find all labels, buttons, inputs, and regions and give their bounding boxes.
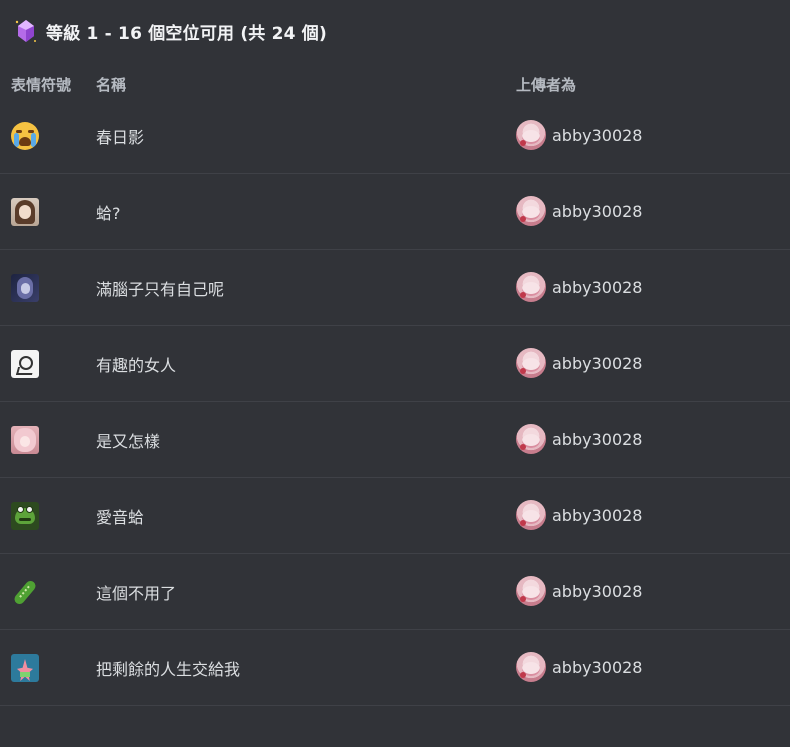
table-row[interactable]: 這個不用了 abby30028: [0, 554, 790, 630]
uploader: abby30028: [516, 500, 642, 530]
slot-header: 等級 1 - 16 個空位可用 (共 24 個): [14, 14, 327, 48]
table-row[interactable]: 蛤? abby30028: [0, 174, 790, 250]
uploader: abby30028: [516, 120, 642, 150]
emoji-settings-panel: 等級 1 - 16 個空位可用 (共 24 個) 表情符號 名稱 上傳者為 春日…: [0, 0, 790, 747]
emoji-name: 蛤?: [96, 204, 121, 223]
table-row[interactable]: 是又怎樣 abby30028: [0, 402, 790, 478]
uploader: abby30028: [516, 424, 642, 454]
uploader-name: abby30028: [552, 277, 643, 297]
dark-haired-girl-emoji: [11, 274, 39, 302]
table-row[interactable]: 春日影 abby30028: [0, 98, 790, 174]
uploader: abby30028: [516, 196, 642, 226]
patrick-star-emoji: [11, 654, 39, 682]
uploader-name: abby30028: [552, 429, 643, 449]
emoji-name: 把剩餘的人生交給我: [96, 660, 241, 679]
avatar: [516, 500, 546, 530]
emoji-table: 春日影 abby30028 蛤? abby30028 滿腦子只有自己呢 abby…: [0, 98, 790, 706]
table-row[interactable]: 把剩餘的人生交給我 abby30028: [0, 630, 790, 706]
emoji-name: 滿腦子只有自己呢: [96, 280, 225, 299]
uploader-name: abby30028: [552, 353, 643, 373]
slot-title: 等級 1 - 16 個空位可用 (共 24 個): [46, 23, 327, 44]
anime-girl-emoji: [11, 198, 39, 226]
uploader: abby30028: [516, 652, 642, 682]
cucumber-emoji: [11, 578, 39, 606]
table-row[interactable]: 愛音蛤 abby30028: [0, 478, 790, 554]
uploader-name: abby30028: [552, 581, 643, 601]
sketch-character-emoji: [11, 350, 39, 378]
emoji-name: 是又怎樣: [96, 432, 161, 451]
column-name: 名稱: [96, 76, 127, 94]
column-uploader: 上傳者為: [516, 76, 577, 94]
uploader-name: abby30028: [552, 125, 643, 145]
uploader-name: abby30028: [552, 505, 643, 525]
emoji-name: 愛音蛤: [96, 508, 145, 527]
emoji-name: 春日影: [96, 128, 145, 147]
uploader: abby30028: [516, 348, 642, 378]
uploader: abby30028: [516, 272, 642, 302]
avatar: [516, 652, 546, 682]
boost-gem-icon: [15, 20, 36, 42]
crying-face-emoji: [11, 122, 39, 150]
table-row[interactable]: 滿腦子只有自己呢 abby30028: [0, 250, 790, 326]
avatar: [516, 576, 546, 606]
uploader-name: abby30028: [552, 201, 643, 221]
avatar: [516, 120, 546, 150]
avatar: [516, 424, 546, 454]
emoji-name: 有趣的女人: [96, 356, 177, 375]
emoji-name: 這個不用了: [96, 584, 177, 603]
table-row[interactable]: 有趣的女人 abby30028: [0, 326, 790, 402]
table-header: 表情符號 名稱 上傳者為: [0, 74, 790, 98]
column-emoji: 表情符號: [11, 76, 72, 94]
uploader: abby30028: [516, 576, 642, 606]
avatar: [516, 348, 546, 378]
kermit-frog-emoji: [11, 502, 39, 530]
avatar: [516, 272, 546, 302]
uploader-name: abby30028: [552, 657, 643, 677]
pink-haired-girl-emoji: [11, 426, 39, 454]
avatar: [516, 196, 546, 226]
